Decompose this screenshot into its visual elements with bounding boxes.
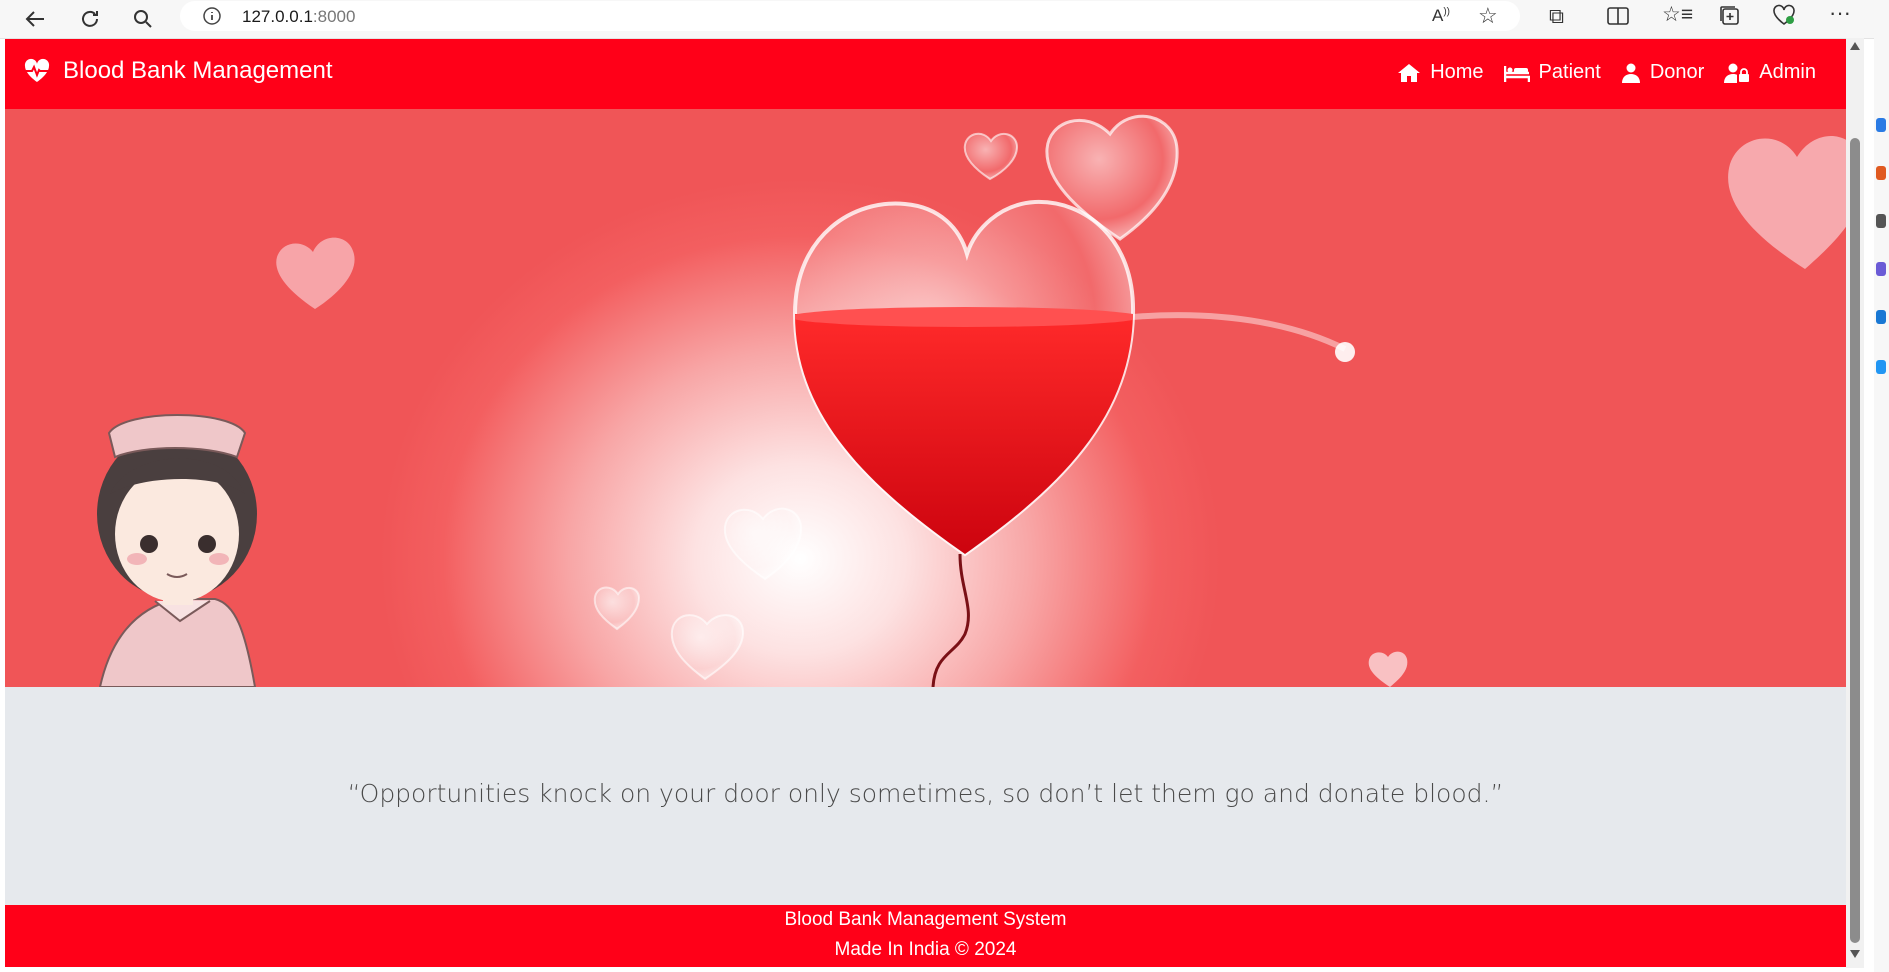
scroll-thumb[interactable] (1850, 138, 1860, 943)
hero-illustration (97, 114, 1846, 687)
bubble-heart-decor (723, 507, 803, 581)
page-scrollbar[interactable] (1846, 38, 1864, 968)
nav-donor[interactable]: Donor (1621, 61, 1704, 84)
read-aloud-icon[interactable]: A)) (1432, 6, 1450, 26)
bubble-heart-decor (963, 132, 1019, 181)
back-icon[interactable] (20, 4, 50, 34)
hero-banner (5, 109, 1846, 687)
bubble-heart-decor (670, 614, 745, 681)
scroll-up-arrow[interactable] (1850, 42, 1860, 50)
split-screen-icon[interactable] (1607, 6, 1629, 31)
pink-heart-decor (1368, 651, 1408, 687)
bubble-heart-decor (593, 586, 641, 631)
user-icon (1621, 63, 1640, 83)
favorite-star-icon[interactable]: ☆ (1478, 3, 1498, 29)
url-text[interactable]: 127.0.0.1:8000 (242, 7, 355, 27)
footer: Blood Bank Management System Made In Ind… (5, 905, 1846, 967)
browser-toolbar: 127.0.0.1:8000 A)) ☆ ⧉ ☆≡ ··· (0, 0, 1889, 39)
nav-patient-label: Patient (1538, 61, 1601, 83)
nav-admin-label: Admin (1759, 61, 1816, 83)
pink-heart-decor (1728, 136, 1846, 269)
collections-icon[interactable] (1719, 5, 1741, 32)
favorites-icon[interactable]: ☆≡ (1662, 2, 1693, 27)
address-bar[interactable]: 127.0.0.1:8000 A)) ☆ (180, 1, 1520, 31)
url-host: 127.0.0.1 (242, 7, 313, 26)
sidebar-icon[interactable] (1876, 214, 1886, 228)
sidebar-icon[interactable] (1876, 262, 1886, 276)
brand-title: Blood Bank Management (63, 57, 333, 84)
footer-title: Blood Bank Management System (784, 909, 1067, 930)
nav-patient[interactable]: Patient (1503, 61, 1601, 84)
brand[interactable]: Blood Bank Management (23, 57, 333, 85)
heart-balloon (792, 199, 1136, 687)
health-icon[interactable] (1772, 4, 1796, 31)
nav-home[interactable]: Home (1397, 61, 1484, 84)
extensions-icon[interactable]: ⧉ (1549, 5, 1564, 29)
sidebar-icon[interactable] (1876, 166, 1886, 180)
sidebar-icon[interactable] (1876, 360, 1886, 374)
nurse-illustration (97, 414, 257, 687)
reload-icon[interactable] (75, 4, 105, 34)
nav-links: Home Patient Donor Admin (1397, 61, 1816, 84)
nav-admin[interactable]: Admin (1724, 61, 1816, 84)
top-navbar: Blood Bank Management Home Patient Donor… (5, 39, 1846, 109)
sidebar-icon[interactable] (1876, 118, 1886, 132)
footer-copyright: Made In India © 2024 (834, 939, 1017, 960)
scroll-down-arrow[interactable] (1850, 950, 1860, 958)
sparkle (1335, 342, 1355, 362)
home-icon (1398, 63, 1421, 82)
heartbeat-icon (24, 58, 50, 82)
url-port: :8000 (312, 7, 356, 26)
sidebar-icon[interactable] (1876, 310, 1886, 324)
pink-heart-decor (276, 237, 355, 309)
info-icon[interactable] (202, 6, 222, 31)
more-icon[interactable]: ··· (1829, 0, 1851, 26)
user-lock-icon (1724, 63, 1750, 83)
bed-icon (1503, 65, 1530, 82)
search-icon[interactable] (128, 4, 158, 34)
browser-sidebar (1874, 38, 1889, 972)
nav-donor-label: Donor (1649, 61, 1705, 83)
donation-quote: “Opportunities knock on your door only s… (347, 779, 1504, 808)
nav-home-label: Home (1430, 61, 1484, 83)
page-viewport: Blood Bank Management Home Patient Donor… (5, 39, 1846, 967)
